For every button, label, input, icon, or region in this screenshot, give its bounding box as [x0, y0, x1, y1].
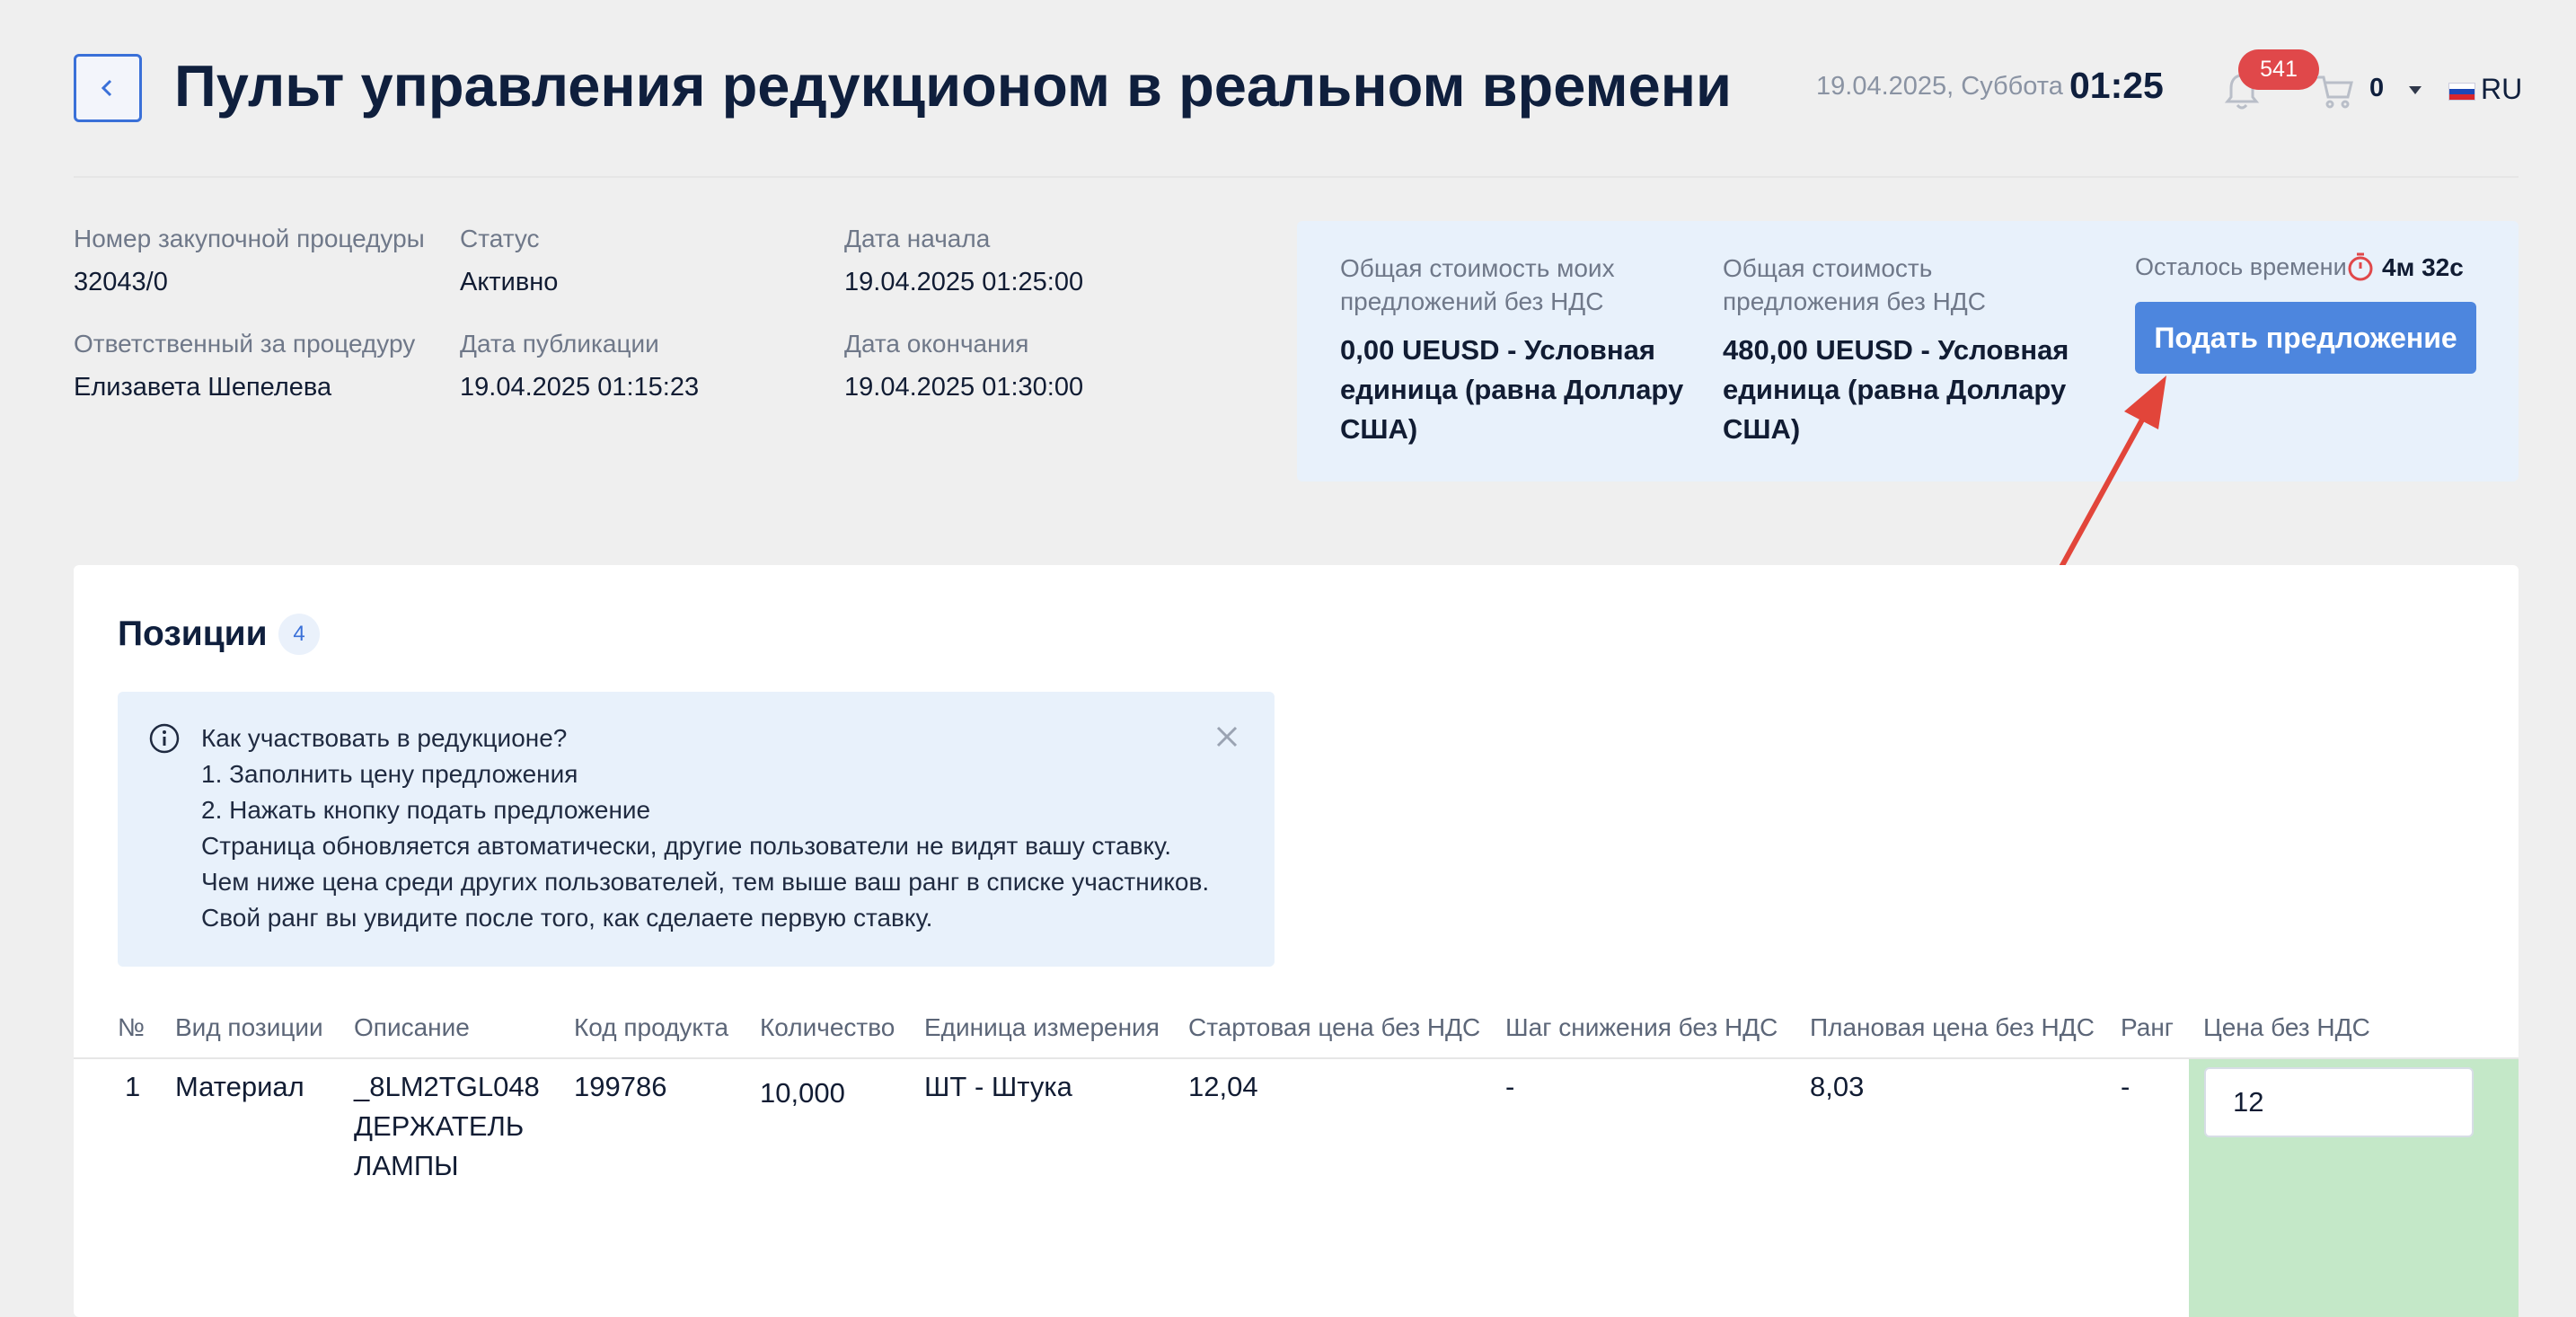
- row-rank: -: [2121, 1071, 2130, 1102]
- info-icon: [148, 722, 181, 759]
- row-type: Материал: [175, 1071, 304, 1102]
- start-date: 19.04.2025 01:25:00: [844, 268, 1084, 296]
- cart-icon[interactable]: [2316, 72, 2355, 116]
- column-header-start-price: Стартовая цена без НДС: [1188, 1013, 1481, 1041]
- page-title: Пульт управления редукционом в реальном …: [174, 53, 1732, 119]
- row-number: 1: [125, 1071, 141, 1102]
- responsible-name: Елизавета Шепелева: [74, 373, 332, 402]
- column-header-step: Шаг снижения без НДС: [1505, 1013, 1778, 1041]
- my-cost-label: Общая стоимость моих: [1340, 254, 1615, 282]
- procedure-number-label: Номер закупочной процедуры: [74, 225, 425, 252]
- chevron-left-icon: [101, 79, 112, 97]
- hint-line: Как участвовать в редукционе?: [201, 724, 568, 752]
- language-selector[interactable]: RU: [2481, 73, 2522, 106]
- end-date: 19.04.2025 01:30:00: [844, 373, 1084, 402]
- row-plan-price: 8,03: [1810, 1071, 1865, 1102]
- hint-line: 1. Заполнить цену предложения: [201, 760, 578, 788]
- status-value: Активно: [460, 268, 559, 296]
- time-left-label: Осталось времени: [2135, 253, 2347, 280]
- row-step: -: [1505, 1071, 1515, 1102]
- column-header-product-code: Код продукта: [574, 1013, 729, 1041]
- chevron-down-icon[interactable]: [2409, 86, 2422, 94]
- hint-line: 2. Нажать кнопку подать предложение: [201, 796, 651, 824]
- price-input[interactable]: [2204, 1067, 2474, 1137]
- notifications-badge[interactable]: 541: [2238, 49, 2319, 90]
- start-date-label: Дата начала: [844, 225, 991, 252]
- status-label: Статус: [460, 225, 540, 252]
- header-date: 19.04.2025, Суббота: [1816, 72, 2063, 101]
- positions-count-badge: 4: [278, 614, 320, 655]
- header-time: 01:25: [2069, 65, 2164, 106]
- positions-title: Позиции: [118, 614, 268, 653]
- back-button[interactable]: [74, 54, 142, 122]
- hint-line: Свой ранг вы увидите после того, как сде…: [201, 904, 933, 932]
- column-header-rank: Ранг: [2121, 1013, 2174, 1041]
- published-date-label: Дата публикации: [460, 330, 659, 358]
- time-left-value: 4м 32с: [2382, 253, 2464, 281]
- responsible-label: Ответственный за процедуру: [74, 330, 416, 358]
- row-description-line: ЛАМПЫ: [354, 1150, 459, 1181]
- procedure-number: 32043/0: [74, 268, 168, 296]
- my-cost-value: единица (равна Доллару: [1340, 374, 1684, 405]
- column-header-type: Вид позиции: [175, 1013, 323, 1041]
- column-header-unit: Единица измерения: [924, 1013, 1160, 1041]
- header-divider: [74, 176, 2519, 178]
- end-date-label: Дата окончания: [844, 330, 1029, 358]
- column-header-price: Цена без НДС: [2203, 1013, 2370, 1041]
- row-start-price: 12,04: [1188, 1071, 1258, 1102]
- table-header-divider: [74, 1057, 2519, 1059]
- published-date: 19.04.2025 01:15:23: [460, 373, 700, 402]
- row-product-code: 199786: [574, 1071, 667, 1102]
- my-cost-value: США): [1340, 413, 1418, 445]
- column-header-number: №: [118, 1013, 146, 1041]
- row-unit: ШТ - Штука: [924, 1071, 1072, 1102]
- my-cost-block: Общая стоимость моих предложений без НДС…: [1340, 252, 1683, 449]
- cart-count: 0: [2369, 74, 2385, 102]
- my-cost-value: 0,00 UEUSD - Условная: [1340, 334, 1655, 366]
- column-header-quantity: Количество: [760, 1013, 895, 1041]
- total-cost-label: Общая стоимость: [1723, 254, 1933, 282]
- row-description-line: _8LM2TGL048: [354, 1071, 540, 1102]
- russia-flag-icon[interactable]: [2448, 83, 2475, 101]
- timer-icon: [2346, 252, 2375, 287]
- hint-line: Чем ниже цена среди других пользователей…: [201, 868, 1210, 896]
- close-icon[interactable]: [1214, 724, 1239, 754]
- row-description: _8LM2TGL048 ДЕРЖАТЕЛЬ ЛАМПЫ: [354, 1067, 540, 1186]
- column-header-plan-price: Плановая цена без НДС: [1810, 1013, 2095, 1041]
- total-cost-label: предложения без НДС: [1723, 287, 1986, 315]
- row-description-line: ДЕРЖАТЕЛЬ: [354, 1110, 525, 1142]
- my-cost-label: предложений без НДС: [1340, 287, 1604, 315]
- column-header-description: Описание: [354, 1013, 470, 1041]
- row-quantity: 10,000: [760, 1077, 845, 1109]
- hint-line: Страница обновляется автоматически, друг…: [201, 832, 1172, 860]
